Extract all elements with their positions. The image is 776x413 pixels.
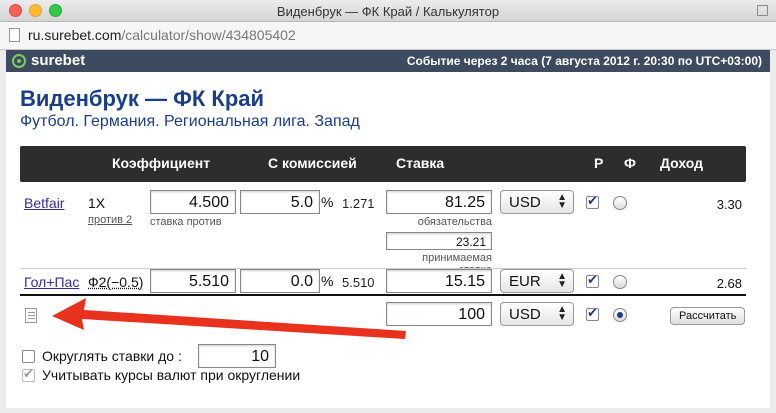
surebet-logo-icon — [12, 54, 26, 68]
url-host: ru.surebet.com — [28, 27, 122, 43]
calculator-panel: Виденбрук — ФК Край Футбол. Германия. Ре… — [6, 72, 770, 408]
stake-input[interactable]: 81.25 — [386, 190, 492, 214]
col-header-stake: Ставка — [396, 155, 445, 171]
outcome-sub-label: против 2 — [88, 214, 133, 226]
col-header-commission: С комиссией — [268, 155, 357, 171]
notes-icon[interactable] — [25, 308, 37, 323]
page-document-icon — [9, 28, 20, 42]
window-title: Виденбрук — ФК Край / Калькулятор — [276, 4, 500, 19]
select-arrows-icon: ▲ ▼ — [557, 192, 567, 211]
coef-sub-label: ставка против — [150, 216, 222, 228]
round-checkbox[interactable] — [586, 193, 599, 209]
currency-value: USD — [509, 306, 541, 323]
commission-result: 1.271 — [342, 196, 375, 211]
row-divider — [20, 268, 746, 269]
table-header: Коэффициент С комиссией Ставка Р Ф Доход — [20, 146, 746, 182]
commission-unit: % — [321, 273, 334, 289]
total-currency-select[interactable]: USD ▲ ▼ — [500, 302, 574, 326]
currency-select[interactable]: EUR ▲ ▼ — [500, 269, 574, 293]
currency-select[interactable]: USD ▲ ▼ — [500, 190, 574, 214]
currency-value: EUR — [509, 273, 541, 290]
match-title: Виденбрук — ФК Край — [20, 86, 265, 111]
col-header-f: Ф — [624, 155, 636, 171]
total-stake-input[interactable]: 100 — [386, 302, 492, 326]
col-header-p: Р — [594, 155, 604, 171]
round-stakes-checkbox[interactable] — [22, 350, 35, 363]
url-path: /calculator/show/434805402 — [121, 27, 296, 43]
rates-rounding-label: Учитывать курсы валют при округлении — [42, 367, 301, 383]
round-stakes-label: Округлять ставки до : — [42, 348, 182, 364]
outcome-label: Ф2(−0.5) — [88, 274, 144, 290]
round-value-input[interactable]: 10 — [198, 344, 276, 368]
stake-input[interactable]: 15.15 — [386, 269, 492, 293]
address-bar[interactable]: ru.surebet.com/calculator/show/434805402 — [0, 22, 776, 50]
commission-input[interactable]: 0.0 — [240, 269, 320, 293]
outcome-label: 1X — [88, 195, 106, 211]
commission-result: 5.510 — [342, 275, 375, 290]
coef-input[interactable]: 5.510 — [150, 269, 236, 293]
event-time-info: Событие через 2 часа (7 августа 2012 г. … — [406, 54, 762, 68]
income-value: 3.30 — [716, 197, 742, 212]
bookmaker-link-golpas[interactable]: Гол+Пас — [24, 274, 79, 290]
window-titlebar: Виденбрук — ФК Край / Калькулятор — [0, 0, 776, 22]
commission-unit: % — [321, 194, 334, 210]
rates-rounding-checkbox[interactable] — [22, 366, 35, 382]
round-checkbox[interactable] — [586, 305, 599, 321]
select-arrows-icon: ▲ ▼ — [557, 271, 567, 290]
col-header-income: Доход — [660, 155, 704, 171]
fix-radio[interactable] — [613, 308, 627, 322]
stake-sub-label: обязательства — [417, 216, 492, 228]
currency-value: USD — [509, 194, 541, 211]
col-header-coef: Коэффициент — [112, 155, 211, 171]
calculate-button[interactable]: Рассчитать — [670, 307, 746, 325]
brand-bar: surebet Событие через 2 часа (7 августа … — [6, 50, 770, 72]
league-subtitle: Футбол. Германия. Региональная лига. Зап… — [20, 113, 360, 130]
income-value: 2.68 — [716, 276, 742, 291]
fix-radio[interactable] — [613, 275, 627, 289]
total-divider — [20, 294, 746, 296]
fullscreen-icon[interactable] — [757, 5, 768, 16]
fix-radio[interactable] — [613, 196, 627, 210]
select-arrows-icon: ▲ ▼ — [557, 304, 567, 323]
commission-input[interactable]: 5.0 — [240, 190, 320, 214]
brand-logo-text: surebet — [31, 52, 86, 69]
coef-input[interactable]: 4.500 — [150, 190, 236, 214]
url-text[interactable]: ru.surebet.com/calculator/show/434805402 — [28, 27, 296, 43]
accepted-stake-input[interactable]: 23.21 — [386, 232, 492, 250]
bookmaker-link-betfair[interactable]: Betfair — [24, 195, 64, 211]
round-checkbox[interactable] — [586, 272, 599, 288]
